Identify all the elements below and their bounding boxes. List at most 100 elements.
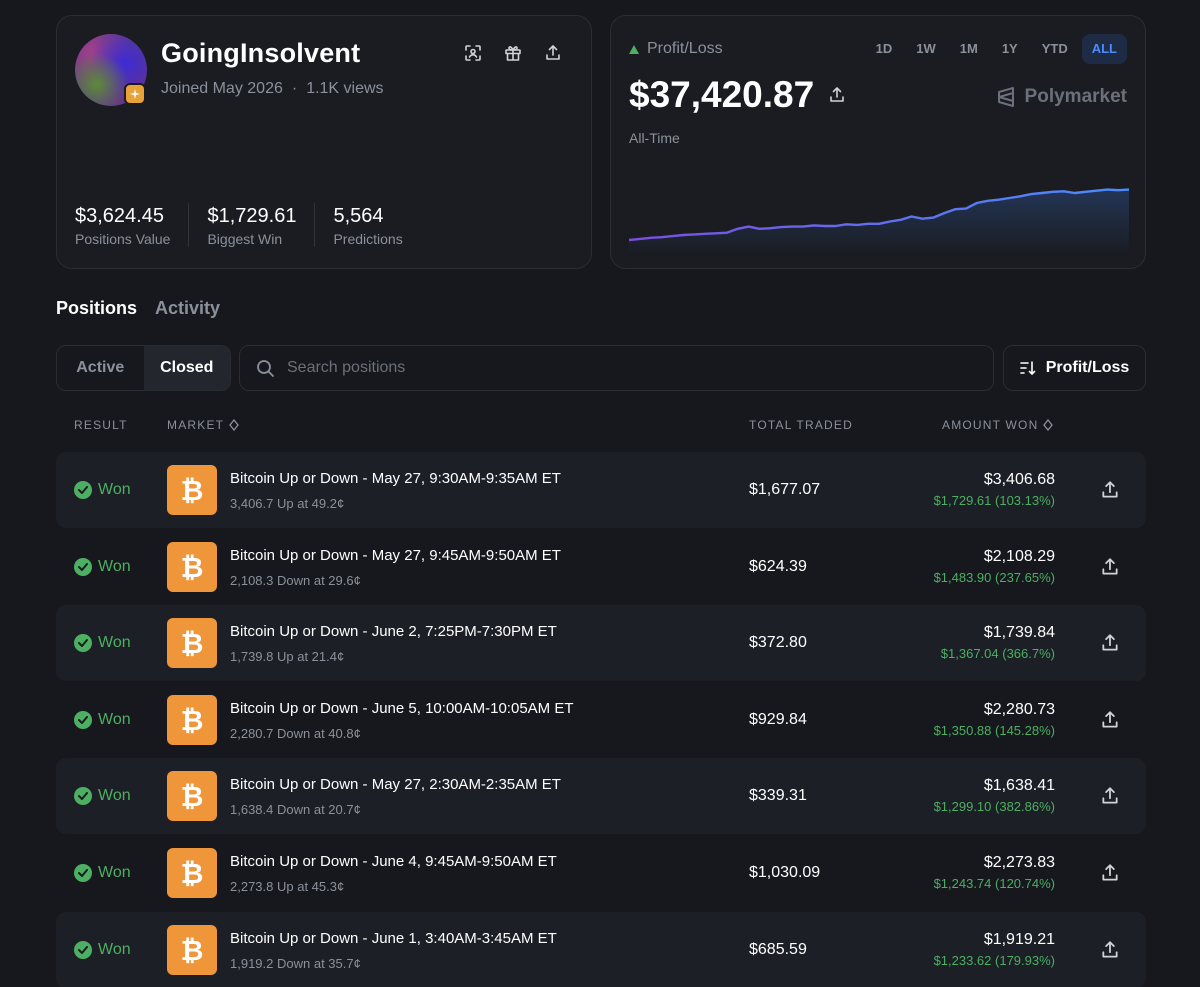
- total-traded: $685.59: [749, 940, 807, 958]
- joined-date: Joined May 2026: [161, 80, 283, 97]
- svg-text:₿: ₿: [181, 705, 204, 735]
- table-row[interactable]: Won ₿ Bitcoin Up or Down - May 27, 9:45A…: [56, 529, 1146, 605]
- amount-value: $2,273.83: [983, 853, 1055, 871]
- check-circle-icon: [74, 481, 92, 499]
- range-tab-1w[interactable]: 1W: [906, 34, 946, 64]
- amount-value: $1,739.84: [983, 624, 1055, 642]
- header-market[interactable]: MARKET: [167, 418, 240, 432]
- table-row[interactable]: Won ₿ Bitcoin Up or Down - June 4, 9:45A…: [56, 835, 1146, 911]
- search-input[interactable]: [287, 359, 937, 377]
- amount-value: $2,280.73: [983, 700, 1055, 718]
- header-amount-won[interactable]: AMOUNT WON: [942, 418, 1054, 432]
- table-row[interactable]: Won ₿ Bitcoin Up or Down - May 27, 2:30A…: [56, 758, 1146, 835]
- market-title[interactable]: Bitcoin Up or Down - June 2, 7:25PM-7:30…: [230, 623, 557, 640]
- tab-positions[interactable]: Positions: [56, 298, 137, 319]
- total-traded: $339.31: [749, 787, 807, 805]
- table-row[interactable]: Won ₿ Bitcoin Up or Down - June 5, 10:00…: [56, 682, 1146, 758]
- sort-updown-icon: [229, 419, 240, 431]
- table-row[interactable]: Won ₿ Bitcoin Up or Down - June 1, 3:40A…: [56, 911, 1146, 987]
- amount-value: $3,406.68: [983, 471, 1055, 488]
- market-title[interactable]: Bitcoin Up or Down - May 27, 2:30AM-2:35…: [230, 776, 561, 793]
- stat-value: $1,729.61: [207, 205, 297, 227]
- market-title[interactable]: Bitcoin Up or Down - June 1, 3:40AM-3:45…: [230, 930, 557, 947]
- result-label: Won: [98, 557, 131, 575]
- result-cell: Won: [74, 452, 131, 528]
- pnl-header: Profit/Loss: [629, 40, 723, 58]
- table-row[interactable]: Won ₿ Bitcoin Up or Down - June 2, 7:25P…: [56, 605, 1146, 682]
- amount-won: $2,108.29 $1,483.90 (237.65%): [934, 548, 1055, 585]
- check-circle-icon: [74, 863, 92, 882]
- result-label: Won: [98, 634, 131, 652]
- tab-activity[interactable]: Activity: [155, 298, 220, 319]
- pnl-card: Profit/Loss 1D 1W 1M 1Y YTD ALL $37,420.87 Po…: [610, 15, 1146, 269]
- chart-area: [629, 189, 1129, 254]
- result-label: Won: [98, 787, 131, 805]
- share-icon[interactable]: [1100, 633, 1120, 653]
- market-title[interactable]: Bitcoin Up or Down - June 5, 10:00AM-10:…: [230, 700, 574, 717]
- search-icon: [257, 359, 274, 377]
- filter-active[interactable]: Active: [57, 346, 144, 390]
- stat-label: Biggest Win: [207, 231, 283, 247]
- bitcoin-icon: ₿: [167, 847, 217, 898]
- share-icon[interactable]: [1100, 710, 1120, 730]
- share-icon[interactable]: [1100, 863, 1120, 883]
- bitcoin-icon: ₿: [167, 541, 217, 592]
- filter-closed[interactable]: Closed: [143, 346, 230, 390]
- range-tab-1y[interactable]: 1Y: [992, 34, 1028, 64]
- amount-value: $1,638.41: [983, 777, 1055, 795]
- check-circle-icon: [74, 940, 92, 959]
- svg-text:₿: ₿: [181, 858, 204, 888]
- market-position: 2,273.8 Up at 45.3¢: [230, 878, 345, 894]
- amount-won: $1,638.41 $1,299.10 (382.86%): [934, 777, 1055, 814]
- result-label: Won: [98, 863, 131, 881]
- gift-icon[interactable]: [502, 42, 524, 64]
- range-tab-1d[interactable]: 1D: [866, 34, 903, 64]
- result-label: Won: [98, 481, 131, 498]
- check-circle-icon: [74, 634, 92, 653]
- scan-icon[interactable]: [462, 42, 484, 64]
- share-icon[interactable]: [1100, 557, 1120, 577]
- share-icon[interactable]: [828, 86, 846, 104]
- stat-positions-value: $3,624.45 Positions Value: [75, 203, 188, 247]
- table-row[interactable]: Won ₿ Bitcoin Up or Down - May 27, 9:30A…: [56, 452, 1146, 528]
- svg-text:₿: ₿: [181, 781, 204, 811]
- sort-label: Profit/Loss: [1045, 359, 1130, 376]
- share-icon[interactable]: [542, 42, 564, 64]
- amount-won: $2,273.83 $1,243.74 (120.74%): [934, 854, 1055, 891]
- profile-actions: [462, 42, 564, 64]
- pnl-label: Profit/Loss: [647, 40, 723, 57]
- amount-won: $1,739.84 $1,367.04 (366.7%): [941, 624, 1055, 661]
- total-traded: $624.39: [749, 557, 807, 575]
- stat-value: $3,624.45: [75, 205, 164, 227]
- range-tab-all[interactable]: ALL: [1081, 34, 1127, 64]
- stat-biggest-win: $1,729.61 Biggest Win: [188, 203, 314, 247]
- pnl-value-row: $37,420.87: [629, 74, 846, 116]
- amount-gain: $1,483.90 (237.65%): [933, 569, 1055, 585]
- total-traded: $1,677.07: [749, 481, 821, 498]
- header-total-traded: TOTAL TRADED: [749, 418, 853, 432]
- share-icon[interactable]: [1100, 940, 1120, 960]
- header-amount-label: AMOUNT WON: [942, 418, 1039, 432]
- amount-gain: $1,350.88 (145.28%): [933, 722, 1055, 738]
- share-icon[interactable]: [1100, 786, 1120, 806]
- brand-name: Polymarket: [1024, 86, 1127, 107]
- search-box: [239, 345, 994, 391]
- profile-card: GoingInsolvent Joined May 2026 · 1.1K view…: [56, 15, 592, 269]
- range-tab-1m[interactable]: 1M: [950, 34, 988, 64]
- market-title[interactable]: Bitcoin Up or Down - June 4, 9:45AM-9:50…: [230, 853, 557, 870]
- market-title[interactable]: Bitcoin Up or Down - May 27, 9:45AM-9:50…: [230, 547, 561, 564]
- amount-gain: $1,367.04 (366.7%): [940, 646, 1055, 662]
- result-cell: Won: [74, 912, 131, 987]
- username: GoingInsolvent: [161, 38, 361, 68]
- result-label: Won: [98, 710, 131, 728]
- sort-icon: [1019, 361, 1036, 375]
- share-icon[interactable]: [1100, 480, 1120, 500]
- result-cell: Won: [74, 682, 131, 758]
- market-position: 2,280.7 Down at 40.8¢: [230, 725, 361, 741]
- market-title[interactable]: Bitcoin Up or Down - May 27, 9:30AM-9:35…: [230, 470, 561, 487]
- profile-meta: Joined May 2026 · 1.1K views: [161, 80, 384, 98]
- table-header: RESULT MARKET TOTAL TRADED AMOUNT WON: [56, 418, 1146, 434]
- sort-button[interactable]: Profit/Loss: [1003, 345, 1146, 391]
- range-tab-ytd[interactable]: YTD: [1032, 34, 1078, 64]
- range-tabs: 1D 1W 1M 1Y YTD ALL: [866, 34, 1127, 64]
